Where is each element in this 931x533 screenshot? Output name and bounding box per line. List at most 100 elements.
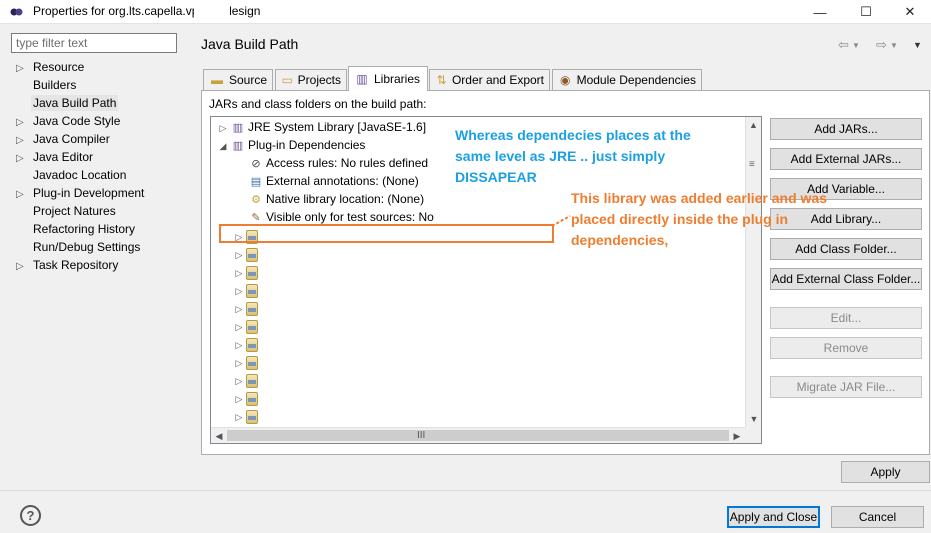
tab-module-dependencies[interactable]: ◉ Module Dependencies: [552, 69, 702, 90]
annotation-blue-line-2: same level as JRE .. just simply: [455, 148, 666, 164]
annotation-orange-line-3: dependencies,: [571, 232, 669, 248]
cancel-button[interactable]: Cancel: [831, 506, 924, 528]
tree-row-jar[interactable]: ▷: [232, 353, 260, 371]
vertical-scrollbar[interactable]: ▲ ≡ ▼: [745, 117, 761, 427]
annotation-pointer-line: [551, 215, 571, 227]
libraries-icon: ▥: [356, 72, 368, 86]
tree-row-jar[interactable]: ▷: [232, 371, 260, 389]
minimize-button[interactable]: —: [797, 0, 843, 24]
scroll-left-icon[interactable]: ◀: [211, 428, 227, 444]
scroll-down-icon[interactable]: ▼: [746, 411, 762, 427]
tree-row-jar[interactable]: ▷: [232, 407, 260, 425]
nav-item-builders[interactable]: Builders: [16, 76, 78, 94]
module-dependencies-icon: ◉: [560, 73, 571, 87]
add-jars-button[interactable]: Add JARs...: [770, 118, 922, 140]
help-icon[interactable]: ?: [20, 505, 41, 526]
jar-icon: [246, 409, 258, 424]
forward-dropdown-icon[interactable]: ▼: [890, 41, 898, 50]
nav-item-java-compiler[interactable]: ▷ Java Compiler: [16, 130, 112, 148]
expand-arrow-icon[interactable]: ▷: [16, 258, 31, 276]
view-menu-icon[interactable]: ▼: [913, 40, 922, 50]
tree-row-native-library[interactable]: ⚙ Native library location: (None): [248, 190, 424, 208]
expand-arrow-icon[interactable]: ▷: [232, 246, 246, 264]
build-path-caption: JARs and class folders on the build path…: [209, 97, 427, 111]
apply-and-close-button[interactable]: Apply and Close: [727, 506, 820, 528]
tree-row-access-rules[interactable]: ⊘ Access rules: No rules defined: [248, 154, 428, 172]
nav-item-java-code-style[interactable]: ▷ Java Code Style: [16, 112, 122, 130]
tab-order-and-export[interactable]: ⇅ Order and Export: [429, 69, 550, 90]
nav-item-run-debug-settings[interactable]: Run/Debug Settings: [16, 238, 142, 256]
title-redaction: [194, 2, 230, 22]
collapse-arrow-icon[interactable]: ◢: [216, 137, 230, 155]
remove-button[interactable]: Remove: [770, 337, 922, 359]
jar-icon: [246, 265, 258, 280]
scroll-right-icon[interactable]: ▶: [729, 428, 745, 444]
nav-item-resource[interactable]: ▷ Resource: [16, 58, 86, 76]
jar-icon: [246, 355, 258, 370]
nav-item-project-natures[interactable]: Project Natures: [16, 202, 118, 220]
tree-row-plugin-dependencies[interactable]: ◢ ▥ Plug-in Dependencies: [216, 136, 366, 155]
back-arrow-icon[interactable]: ⇦: [838, 37, 849, 53]
annotation-orange-line-2: placed directly inside the plug in: [571, 211, 789, 227]
nav-item-task-repository[interactable]: ▷ Task Repository: [16, 256, 120, 274]
add-library-button[interactable]: Add Library...: [770, 208, 922, 230]
forward-arrow-icon[interactable]: ⇨: [876, 37, 887, 53]
native-library-icon: ⚙: [251, 194, 261, 206]
maximize-button[interactable]: ☐: [843, 0, 889, 24]
edit-button[interactable]: Edit...: [770, 307, 922, 329]
tree-row-jar[interactable]: ▷: [232, 389, 260, 407]
nav-item-java-editor[interactable]: ▷ Java Editor: [16, 148, 95, 166]
projects-icon: ▭: [281, 73, 293, 87]
expand-arrow-icon[interactable]: ▷: [232, 390, 246, 408]
tree-row-jar[interactable]: ▷: [232, 299, 260, 317]
scroll-corner: [745, 427, 761, 443]
tree-row-jar[interactable]: ▷: [232, 281, 260, 299]
library-icon: ▥: [232, 122, 244, 134]
expand-arrow-icon[interactable]: ▷: [232, 354, 246, 372]
eclipse-app-icon: [10, 8, 23, 16]
horizontal-scrollbar[interactable]: ◀ III ▶: [211, 427, 745, 443]
nav-item-refactoring-history[interactable]: Refactoring History: [16, 220, 137, 238]
jar-icon: [246, 301, 258, 316]
filter-input[interactable]: [11, 33, 177, 53]
add-external-class-folder-button[interactable]: Add External Class Folder...: [770, 268, 922, 290]
expand-arrow-icon[interactable]: ▷: [216, 119, 230, 137]
jar-icon: [246, 319, 258, 334]
apply-button[interactable]: Apply: [841, 461, 930, 483]
tree-row-external-annotations[interactable]: ▤ External annotations: (None): [248, 172, 419, 190]
expand-arrow-icon[interactable]: ▷: [232, 300, 246, 318]
nav-item-java-build-path[interactable]: Java Build Path: [16, 94, 119, 112]
add-external-jars-button[interactable]: Add External JARs...: [770, 148, 922, 170]
expand-arrow-icon[interactable]: ▷: [232, 336, 246, 354]
nav-item-plugin-development[interactable]: ▷ Plug-in Development: [16, 184, 146, 202]
tab-source[interactable]: ▬ Source: [203, 69, 273, 90]
tree-row-jar[interactable]: ▷: [232, 245, 260, 263]
tab-projects[interactable]: ▭ Projects: [275, 69, 347, 90]
scroll-up-icon[interactable]: ▲: [746, 117, 761, 133]
tree-row-jar[interactable]: ▷: [232, 263, 260, 281]
expand-arrow-icon[interactable]: ▷: [232, 282, 246, 300]
annotation-highlight-box: [219, 224, 554, 243]
scroll-thumb[interactable]: [227, 430, 729, 441]
migrate-jar-button[interactable]: Migrate JAR File...: [770, 376, 922, 398]
close-button[interactable]: ✕: [887, 0, 931, 24]
jar-icon: [246, 373, 258, 388]
jar-icon: [246, 247, 258, 262]
expand-arrow-icon[interactable]: ▷: [232, 318, 246, 336]
expand-arrow-icon[interactable]: ▷: [232, 264, 246, 282]
expand-arrow-icon[interactable]: ▷: [232, 408, 246, 426]
annotations-icon: ▤: [250, 176, 262, 188]
jar-icon: [246, 337, 258, 352]
tree-row-jre[interactable]: ▷ ▥ JRE System Library [JavaSE-1.6]: [216, 118, 427, 137]
add-class-folder-button[interactable]: Add Class Folder...: [770, 238, 922, 260]
back-dropdown-icon[interactable]: ▼: [852, 41, 860, 50]
nav-item-javadoc-location[interactable]: Javadoc Location: [16, 166, 128, 184]
source-folder-icon: ▬: [210, 73, 223, 87]
scroll-thumb-grip-icon[interactable]: ≡: [749, 159, 755, 170]
tree-row-jar[interactable]: ▷: [232, 317, 260, 335]
tab-libraries[interactable]: ▥ Libraries: [348, 66, 428, 91]
expand-arrow-icon[interactable]: ▷: [232, 372, 246, 390]
jar-icon: [246, 283, 258, 298]
tree-row-jar[interactable]: ▷: [232, 335, 260, 353]
order-export-icon: ⇅: [436, 73, 447, 87]
